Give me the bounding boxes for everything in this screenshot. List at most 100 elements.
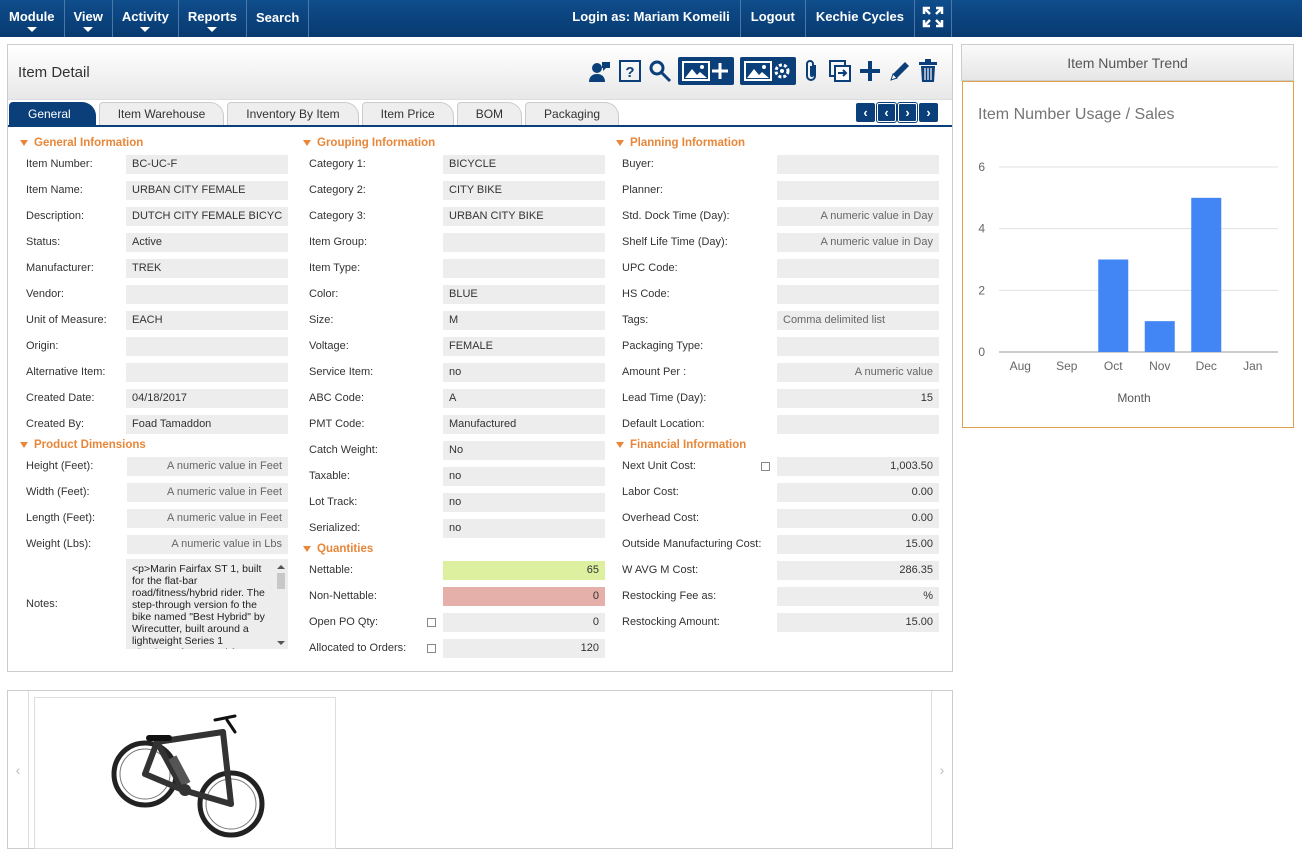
module-menu[interactable]: Module [0, 0, 65, 37]
first-record-icon[interactable]: ‹ [856, 103, 875, 122]
help-icon[interactable]: ? [618, 57, 642, 85]
grouping-field[interactable]: no [443, 362, 605, 382]
planning-field[interactable] [777, 180, 939, 200]
quantity-field[interactable]: 120 [443, 638, 605, 658]
planning-field[interactable] [777, 258, 939, 278]
image-prev-arrow-icon[interactable]: ‹ [8, 691, 29, 848]
general-info-field[interactable]: TREK [126, 258, 288, 278]
chart-bar[interactable] [1144, 321, 1175, 352]
tab-inventory-by-item[interactable]: Inventory By Item [227, 102, 359, 125]
quantities-header[interactable]: Quantities [303, 541, 609, 557]
grouping-field[interactable]: URBAN CITY BIKE [443, 206, 605, 226]
planning-field[interactable] [777, 336, 939, 356]
general-info-field[interactable]: URBAN CITY FEMALE [126, 180, 288, 200]
general-information-header[interactable]: General Information [20, 135, 296, 151]
quantity-field[interactable]: 0 [443, 586, 605, 606]
grouping-row: Category 2: CITY BIKE [299, 177, 609, 203]
delete-icon[interactable] [918, 57, 938, 85]
quantity-field[interactable]: 65 [443, 560, 605, 580]
tab-bom[interactable]: BOM [456, 102, 523, 125]
planning-field[interactable]: A numeric value in Day [777, 206, 939, 226]
grouping-field[interactable]: Manufactured [443, 414, 605, 434]
scrollbar[interactable] [276, 563, 286, 647]
attachment-icon[interactable] [802, 57, 822, 85]
dimension-field[interactable]: A numeric value in Feet [127, 456, 288, 476]
grouping-field[interactable]: BLUE [443, 284, 605, 304]
product-dimensions-header[interactable]: Product Dimensions [20, 437, 296, 453]
grouping-field[interactable]: No [443, 440, 605, 460]
planning-field[interactable] [777, 414, 939, 434]
fullscreen-icon[interactable] [914, 0, 952, 37]
add-image-icon[interactable] [678, 57, 734, 85]
chart-bar[interactable] [1098, 259, 1129, 353]
dimension-field[interactable]: A numeric value in Feet [127, 482, 288, 502]
chart-bar[interactable] [1191, 197, 1222, 352]
general-info-field[interactable]: 04/18/2017 [126, 388, 288, 408]
financial-field[interactable]: 15.00 [777, 612, 939, 632]
financial-field[interactable]: 0.00 [777, 482, 939, 502]
financial-field[interactable]: 286.35 [777, 560, 939, 580]
previous-record-icon[interactable]: ‹ [877, 103, 896, 122]
notes-textarea[interactable]: <p>Marin Fairfax ST 1, built for the fla… [126, 559, 288, 649]
view-menu[interactable]: View [65, 0, 113, 37]
dimension-field[interactable]: A numeric value in Lbs [127, 534, 288, 554]
edit-icon[interactable] [888, 57, 912, 85]
last-record-icon[interactable]: › [919, 103, 938, 122]
financial-field[interactable]: 15.00 [777, 534, 939, 554]
financial-field[interactable]: % [777, 586, 939, 606]
financial-field[interactable]: 0.00 [777, 508, 939, 528]
general-info-field[interactable] [126, 362, 288, 382]
collapse-triangle-icon [20, 442, 28, 448]
image-settings-icon[interactable] [740, 57, 796, 85]
support-icon[interactable] [588, 57, 612, 85]
general-info-field[interactable]: DUTCH CITY FEMALE BICYC [126, 206, 288, 226]
planning-field[interactable] [777, 154, 939, 174]
tab-packaging[interactable]: Packaging [525, 102, 620, 125]
general-info-field[interactable]: Foad Tamaddon [126, 414, 288, 434]
planning-field[interactable]: A numeric value [777, 362, 939, 382]
general-info-field[interactable]: Active [126, 232, 288, 252]
grouping-field[interactable]: no [443, 492, 605, 512]
general-info-field[interactable] [126, 284, 288, 304]
login-user[interactable]: Login as: Mariam Komeili [562, 0, 739, 37]
general-info-field[interactable]: EACH [126, 310, 288, 330]
activity-menu[interactable]: Activity [113, 0, 179, 37]
planning-field[interactable]: 15 [777, 388, 939, 408]
quantity-field[interactable]: 0 [443, 612, 605, 632]
logout-link[interactable]: Logout [739, 0, 805, 37]
tab-general[interactable]: General [9, 102, 96, 125]
reports-menu[interactable]: Reports [179, 0, 247, 37]
tab-item-warehouse[interactable]: Item Warehouse [98, 102, 225, 125]
general-info-field[interactable] [126, 336, 288, 356]
general-info-field[interactable]: BC-UC-F [126, 154, 288, 174]
external-link-icon[interactable] [427, 644, 436, 653]
financial-information-header[interactable]: Financial Information [616, 437, 942, 453]
search-icon[interactable] [648, 57, 672, 85]
copy-icon[interactable] [828, 57, 852, 85]
grouping-field[interactable]: BICYCLE [443, 154, 605, 174]
company-link[interactable]: Kechie Cycles [804, 0, 914, 37]
grouping-field[interactable]: FEMALE [443, 336, 605, 356]
grouping-field[interactable]: no [443, 466, 605, 486]
planning-field[interactable]: A numeric value in Day [777, 232, 939, 252]
grouping-field[interactable]: CITY BIKE [443, 180, 605, 200]
planning-field[interactable]: Comma delimited list [777, 310, 939, 330]
next-record-icon[interactable]: › [898, 103, 917, 122]
image-next-arrow-icon[interactable]: › [931, 691, 952, 848]
add-icon[interactable] [858, 57, 882, 85]
planning-field[interactable] [777, 284, 939, 304]
financial-field[interactable]: 1,003.50 [777, 456, 939, 476]
grouping-information-header[interactable]: Grouping Information [303, 135, 609, 151]
grouping-field[interactable]: M [443, 310, 605, 330]
grouping-field[interactable]: A [443, 388, 605, 408]
grouping-field[interactable] [443, 232, 605, 252]
external-link-icon[interactable] [427, 618, 436, 627]
planning-information-header[interactable]: Planning Information [616, 135, 942, 151]
dimension-field[interactable]: A numeric value in Feet [127, 508, 288, 528]
grouping-field[interactable] [443, 258, 605, 278]
search-menu[interactable]: Search [247, 0, 310, 37]
external-link-icon[interactable] [761, 462, 770, 471]
image-thumbnail[interactable] [34, 697, 336, 849]
grouping-field[interactable]: no [443, 518, 605, 538]
tab-item-price[interactable]: Item Price [361, 102, 454, 125]
